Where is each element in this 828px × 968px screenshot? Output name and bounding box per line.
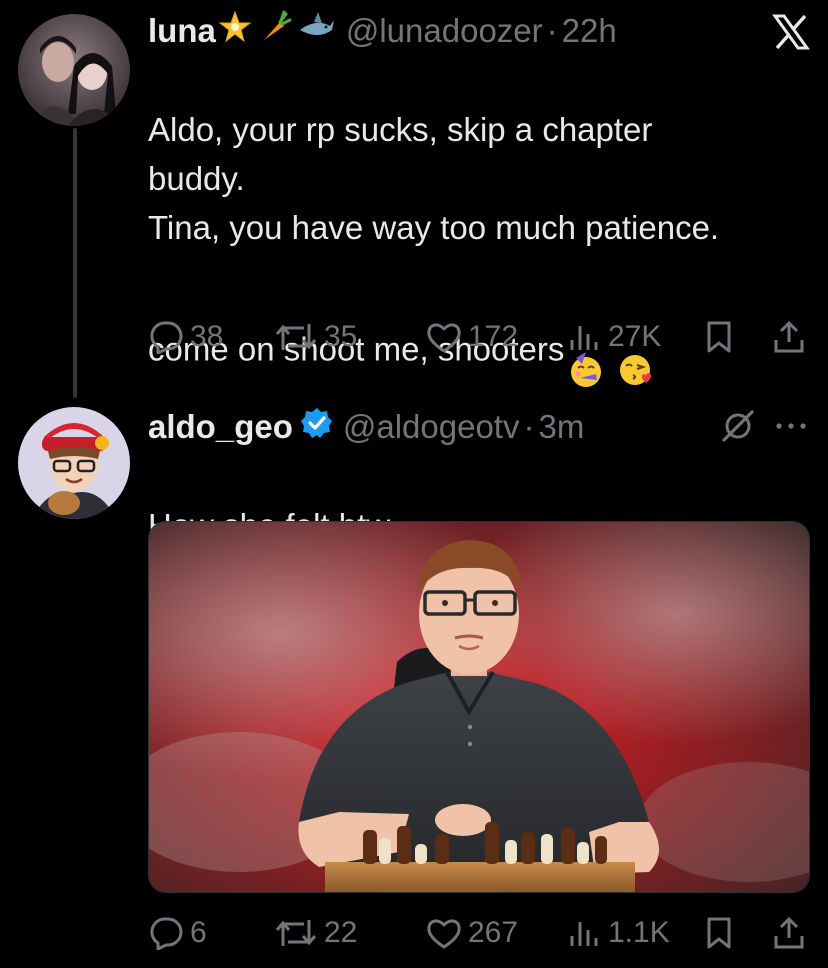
repost-icon	[275, 920, 317, 946]
bookmark-icon	[707, 321, 731, 353]
repost-count: 22	[324, 916, 358, 949]
like-button[interactable]: 267	[426, 916, 518, 950]
thread-connector-line	[73, 128, 77, 398]
tweet1-display-name[interactable]: luna	[148, 12, 216, 50]
share-button[interactable]	[772, 916, 806, 950]
share-button[interactable]	[772, 320, 806, 354]
bookmark-button[interactable]	[704, 320, 734, 354]
tweet2-separator: ·	[523, 408, 535, 445]
avatar-luna[interactable]	[18, 14, 130, 126]
shark-icon	[298, 10, 336, 52]
x-logo-icon	[772, 14, 810, 55]
verified-badge-icon	[300, 407, 333, 447]
tweet2-display-name[interactable]: aldo_geo	[148, 408, 293, 446]
views-icon	[570, 326, 598, 350]
reply-count: 38	[190, 320, 224, 353]
tweet1-timestamp[interactable]: 22h	[562, 12, 617, 50]
star-icon	[218, 10, 252, 52]
tweet2-handle[interactable]: @aldogeotv	[343, 408, 520, 446]
tweet2-timestamp[interactable]: 3m	[538, 408, 584, 446]
share-icon	[774, 320, 804, 353]
views-button[interactable]: 1.1K	[568, 916, 670, 950]
reply-icon	[150, 321, 183, 354]
tweet2-media-photo[interactable]	[148, 521, 810, 893]
reply-icon	[150, 917, 183, 950]
tweet2-actions: 6 22 267 1.1K	[148, 916, 808, 956]
reply-button[interactable]: 38	[148, 320, 223, 354]
reply-count: 6	[190, 916, 207, 949]
carrot-icon	[258, 10, 292, 52]
tweet1-separator: ·	[546, 12, 558, 49]
views-count: 27K	[608, 320, 662, 353]
repost-button[interactable]: 35	[274, 320, 357, 354]
views-count: 1.1K	[608, 916, 670, 949]
avatar-illustration	[18, 407, 130, 519]
chess-player-photo	[149, 522, 809, 892]
heart-icon	[427, 323, 461, 353]
like-count: 172	[468, 320, 519, 353]
more-options-icon[interactable]	[774, 414, 808, 443]
bookmark-button[interactable]	[704, 916, 734, 950]
reply-button[interactable]: 6	[148, 916, 207, 950]
grok-icon[interactable]	[720, 408, 756, 449]
tweet1-handle[interactable]: @lunadoozer	[346, 12, 543, 50]
avatar-photo	[18, 14, 130, 126]
views-button[interactable]: 27K	[568, 320, 661, 354]
heart-icon	[427, 919, 461, 949]
repost-button[interactable]: 22	[274, 916, 357, 950]
repost-count: 35	[324, 320, 358, 353]
like-count: 267	[468, 916, 519, 949]
views-icon	[570, 922, 598, 946]
share-icon	[774, 916, 804, 949]
avatar-aldo[interactable]	[18, 407, 130, 519]
tweet1-actions: 38 35 172 27K	[148, 320, 808, 360]
tweet2-header: aldo_geo @aldogeotv · 3m	[148, 406, 584, 448]
repost-icon	[275, 324, 317, 350]
tweet1-header: luna @lunadoozer · 22h	[148, 10, 617, 52]
bookmark-icon	[707, 917, 731, 949]
like-button[interactable]: 172	[426, 320, 518, 354]
